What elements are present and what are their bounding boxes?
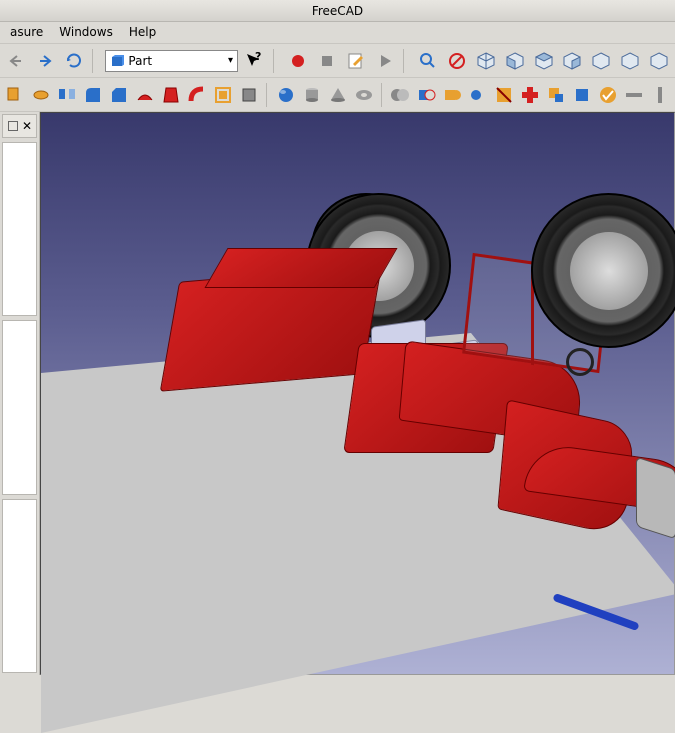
stop-button[interactable] [315, 47, 340, 75]
menu-help[interactable]: Help [121, 22, 164, 43]
measure2-icon[interactable] [649, 81, 671, 109]
measure1-icon[interactable] [623, 81, 645, 109]
fillet-icon[interactable] [82, 81, 104, 109]
whatsthis-button[interactable]: ? [242, 47, 267, 75]
offset-icon[interactable] [212, 81, 234, 109]
panel-header-1: ✕ [2, 114, 37, 138]
workbench-selector[interactable]: Part [105, 50, 238, 72]
check-icon[interactable] [597, 81, 619, 109]
cross-icon[interactable] [519, 81, 541, 109]
separator [381, 83, 384, 107]
zoom-fit-button[interactable] [416, 47, 441, 75]
shape-icon[interactable] [571, 81, 593, 109]
main-area: ✕ [0, 112, 675, 675]
part-icon [110, 54, 124, 68]
torus-icon[interactable] [353, 81, 375, 109]
toolbar-part [0, 78, 675, 112]
workbench-label: Part [128, 54, 152, 68]
close-icon[interactable]: ✕ [22, 119, 32, 133]
common-icon[interactable] [467, 81, 489, 109]
undo-button[interactable] [4, 47, 29, 75]
sphere-icon[interactable] [275, 81, 297, 109]
cut-icon[interactable] [415, 81, 437, 109]
bottom-view-button[interactable] [617, 47, 642, 75]
iso-view-button[interactable] [474, 47, 499, 75]
no-view-button[interactable] [445, 47, 470, 75]
sweep-icon[interactable] [186, 81, 208, 109]
subtract-icon[interactable] [545, 81, 567, 109]
app-title: FreeCAD [312, 4, 363, 18]
menu-bar: asure Windows Help [0, 22, 675, 44]
separator [266, 83, 269, 107]
left-view-button[interactable] [646, 47, 671, 75]
thickness-icon[interactable] [238, 81, 260, 109]
separator [403, 49, 410, 73]
macro-edit-button[interactable] [343, 47, 368, 75]
bottom-panel[interactable] [2, 499, 37, 673]
cylinder-icon[interactable] [301, 81, 323, 109]
side-panel: ✕ [0, 112, 40, 675]
ruled-icon[interactable] [134, 81, 156, 109]
loft-icon[interactable] [160, 81, 182, 109]
toolbar-main: Part ? [0, 44, 675, 78]
cone-icon[interactable] [327, 81, 349, 109]
property-panel[interactable] [2, 320, 37, 494]
fuse-icon[interactable] [441, 81, 463, 109]
title-bar: FreeCAD [0, 0, 675, 22]
back-view-button[interactable] [589, 47, 614, 75]
extrude-icon[interactable] [4, 81, 26, 109]
section-icon[interactable] [493, 81, 515, 109]
right-view-button[interactable] [560, 47, 585, 75]
float-icon[interactable] [8, 121, 18, 131]
top-view-button[interactable] [531, 47, 556, 75]
revolve-icon[interactable] [30, 81, 52, 109]
separator [92, 49, 99, 73]
menu-windows[interactable]: Windows [51, 22, 121, 43]
redo-button[interactable] [33, 47, 58, 75]
menu-measure[interactable]: asure [2, 22, 51, 43]
refresh-button[interactable] [62, 47, 87, 75]
chamfer-icon[interactable] [108, 81, 130, 109]
tree-panel[interactable] [2, 142, 37, 316]
front-view-button[interactable] [502, 47, 527, 75]
3d-viewport[interactable] [40, 112, 675, 675]
svg-text:?: ? [255, 52, 261, 63]
mirror-icon[interactable] [56, 81, 78, 109]
record-button[interactable] [286, 47, 311, 75]
play-button[interactable] [372, 47, 397, 75]
boolean-icon[interactable] [389, 81, 411, 109]
separator [273, 49, 280, 73]
